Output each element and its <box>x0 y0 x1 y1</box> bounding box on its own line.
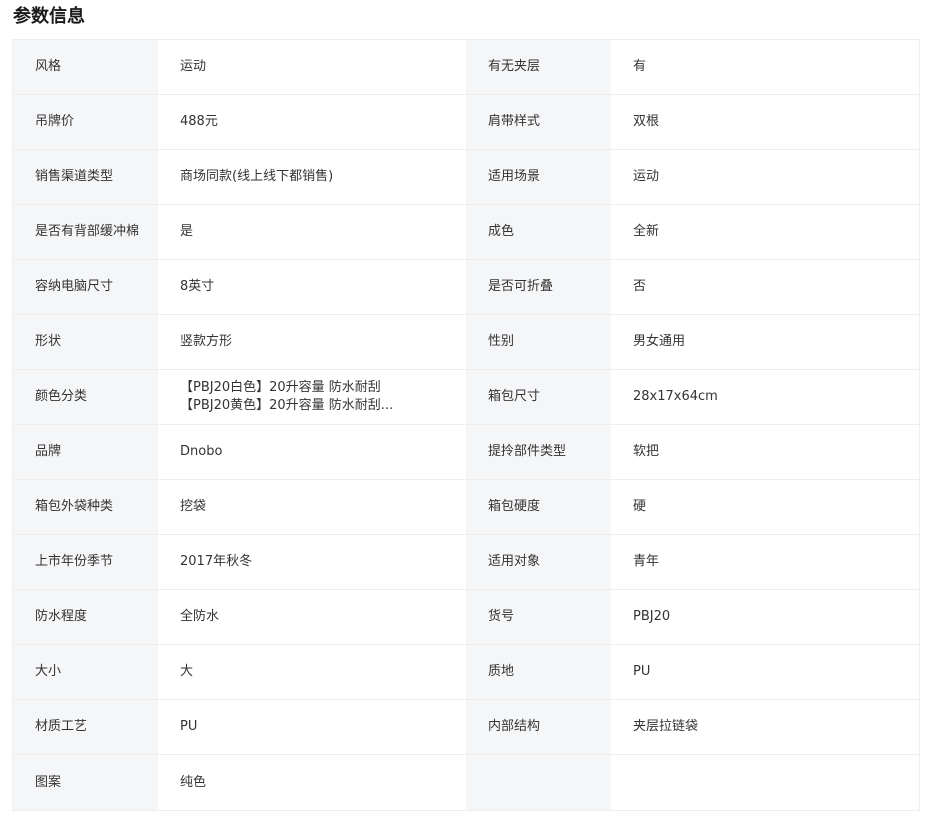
param-value: 硬 <box>611 480 919 534</box>
param-value: 挖袋 <box>158 480 466 534</box>
param-key: 质地 <box>466 645 611 699</box>
param-value: 竖款方形 <box>158 315 466 369</box>
param-key: 形状 <box>13 315 158 369</box>
param-value: 488元 <box>158 95 466 149</box>
param-value: 运动 <box>611 150 919 204</box>
param-value: 软把 <box>611 425 919 479</box>
param-key: 内部结构 <box>466 700 611 754</box>
param-key: 性别 <box>466 315 611 369</box>
param-key: 有无夹层 <box>466 40 611 94</box>
param-value: 28x17x64cm <box>611 370 919 424</box>
section-title: 参数信息 <box>13 6 85 27</box>
param-value: 运动 <box>158 40 466 94</box>
table-row: 材质工艺 PU 内部结构 夹层拉链袋 <box>13 700 919 755</box>
param-value: 是 <box>158 205 466 259</box>
param-key: 材质工艺 <box>13 700 158 754</box>
param-key: 提拎部件类型 <box>466 425 611 479</box>
parameter-table: 风格 运动 有无夹层 有 吊牌价 488元 肩带样式 双根 销售渠道类型 商场同… <box>12 39 920 811</box>
table-row: 大小 大 质地 PU <box>13 645 919 700</box>
param-key: 吊牌价 <box>13 95 158 149</box>
param-key: 是否可折叠 <box>466 260 611 314</box>
param-value: 双根 <box>611 95 919 149</box>
table-row: 是否有背部缓冲棉 是 成色 全新 <box>13 205 919 260</box>
param-value: PU <box>158 700 466 754</box>
param-key: 肩带样式 <box>466 95 611 149</box>
table-row: 销售渠道类型 商场同款(线上线下都销售) 适用场景 运动 <box>13 150 919 205</box>
color-options: 【PBJ20白色】20升容量 防水耐刮 【PBJ20黄色】20升容量 防水耐刮.… <box>180 379 393 415</box>
param-value: 8英寸 <box>158 260 466 314</box>
table-row: 风格 运动 有无夹层 有 <box>13 40 919 95</box>
table-row: 箱包外袋种类 挖袋 箱包硬度 硬 <box>13 480 919 535</box>
color-option: 【PBJ20黄色】20升容量 防水耐刮... <box>180 398 394 413</box>
param-key: 销售渠道类型 <box>13 150 158 204</box>
param-key: 图案 <box>13 755 158 810</box>
param-value: 夹层拉链袋 <box>611 700 919 754</box>
param-value: 2017年秋冬 <box>158 535 466 589</box>
param-value: 【PBJ20白色】20升容量 防水耐刮 【PBJ20黄色】20升容量 防水耐刮.… <box>158 370 466 424</box>
table-row: 上市年份季节 2017年秋冬 适用对象 青年 <box>13 535 919 590</box>
table-row: 形状 竖款方形 性别 男女通用 <box>13 315 919 370</box>
param-value: 商场同款(线上线下都销售) <box>158 150 466 204</box>
param-key: 货号 <box>466 590 611 644</box>
table-row: 品牌 Dnobo 提拎部件类型 软把 <box>13 425 919 480</box>
param-value: 全防水 <box>158 590 466 644</box>
param-key: 上市年份季节 <box>13 535 158 589</box>
param-value: PU <box>611 645 919 699</box>
param-key: 品牌 <box>13 425 158 479</box>
param-value: PBJ20 <box>611 590 919 644</box>
param-key: 箱包外袋种类 <box>13 480 158 534</box>
table-row: 容纳电脑尺寸 8英寸 是否可折叠 否 <box>13 260 919 315</box>
param-key: 是否有背部缓冲棉 <box>13 205 158 259</box>
param-key: 成色 <box>466 205 611 259</box>
param-value: 否 <box>611 260 919 314</box>
table-row: 吊牌价 488元 肩带样式 双根 <box>13 95 919 150</box>
param-value-empty <box>611 755 919 810</box>
param-key: 颜色分类 <box>13 370 158 424</box>
table-row: 防水程度 全防水 货号 PBJ20 <box>13 590 919 645</box>
param-key: 容纳电脑尺寸 <box>13 260 158 314</box>
param-value: 大 <box>158 645 466 699</box>
param-value: Dnobo <box>158 425 466 479</box>
table-row: 图案 纯色 <box>13 755 919 810</box>
param-key: 箱包尺寸 <box>466 370 611 424</box>
param-value: 男女通用 <box>611 315 919 369</box>
param-key: 箱包硬度 <box>466 480 611 534</box>
param-key: 适用场景 <box>466 150 611 204</box>
param-key: 风格 <box>13 40 158 94</box>
param-value: 有 <box>611 40 919 94</box>
param-key: 防水程度 <box>13 590 158 644</box>
param-value: 全新 <box>611 205 919 259</box>
table-row: 颜色分类 【PBJ20白色】20升容量 防水耐刮 【PBJ20黄色】20升容量 … <box>13 370 919 425</box>
color-option: 【PBJ20白色】20升容量 防水耐刮 <box>180 380 381 395</box>
param-key: 大小 <box>13 645 158 699</box>
param-value: 青年 <box>611 535 919 589</box>
param-value: 纯色 <box>158 755 466 810</box>
param-key: 适用对象 <box>466 535 611 589</box>
param-key-empty <box>466 755 611 810</box>
